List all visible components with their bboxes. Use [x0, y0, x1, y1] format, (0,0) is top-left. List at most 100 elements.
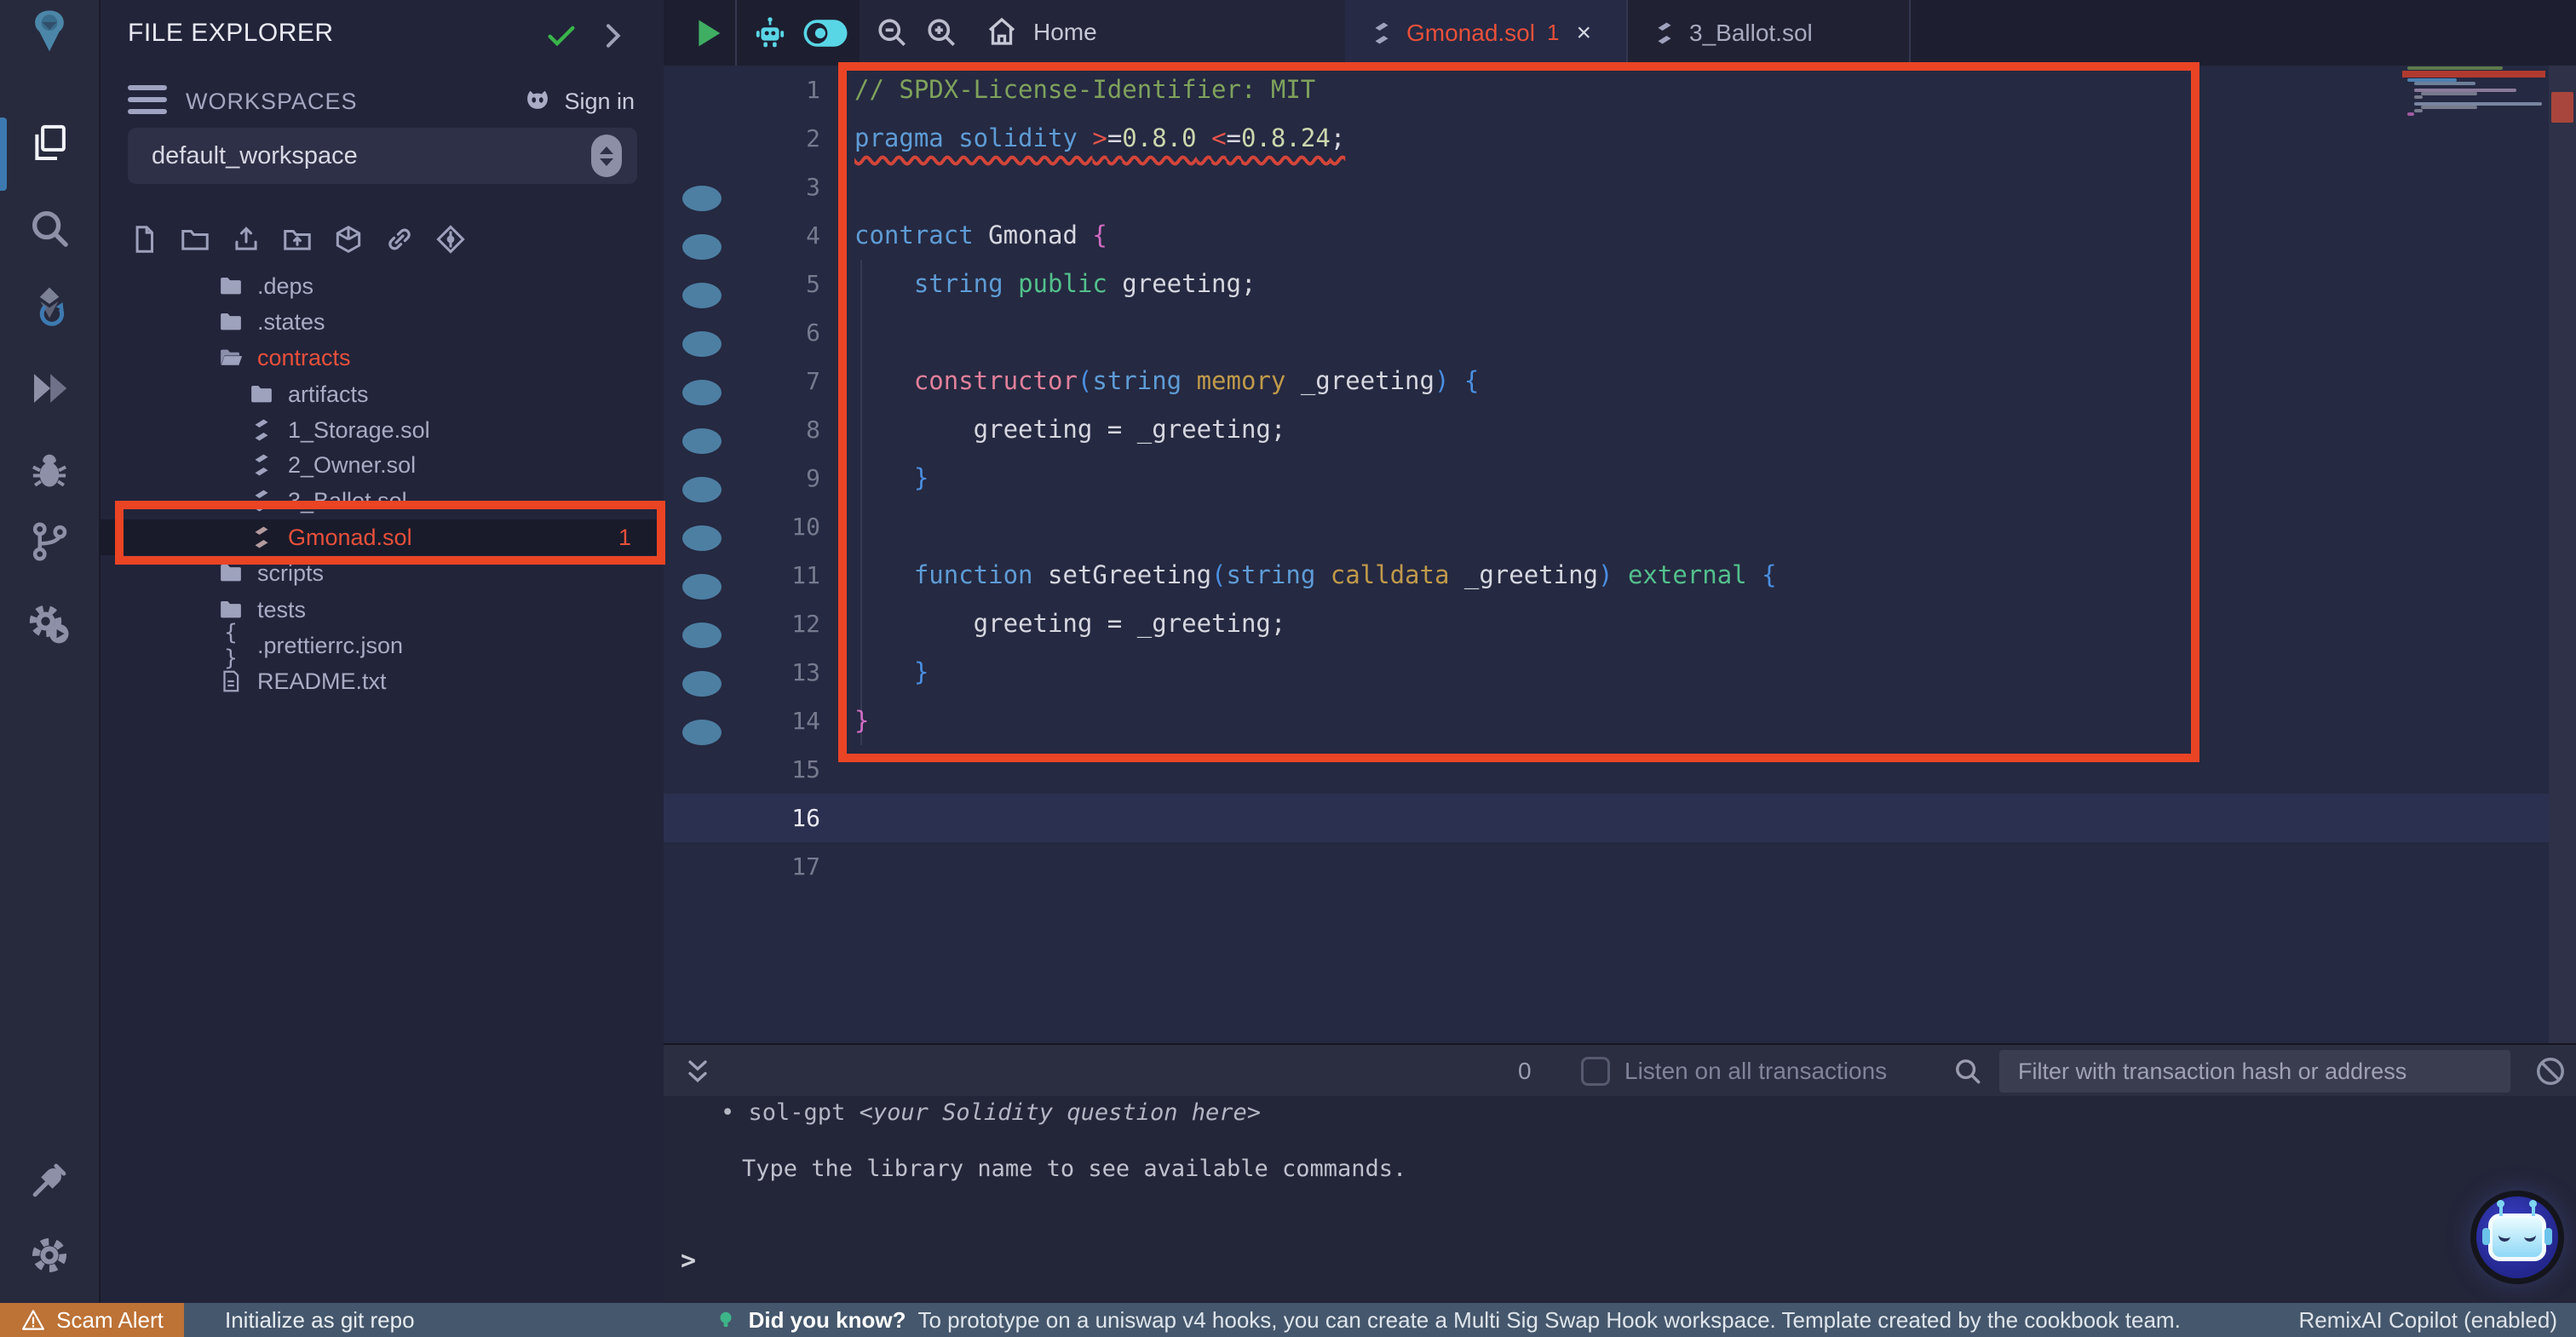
tree-row-prettierrc[interactable]: { } .prettierrc.json [101, 628, 664, 663]
clear-console-ban-icon[interactable] [2534, 1055, 2567, 1087]
workspaces-label: WORKSPACES [186, 89, 358, 115]
plugin-manager-icon[interactable] [24, 1155, 75, 1206]
code-line-1: // SPDX-License-Identifier: MIT [854, 66, 1315, 114]
line-number-current: 16 [664, 794, 839, 842]
tree-row-owner[interactable]: 2_Owner.sol [101, 447, 664, 483]
tree-row-ballot[interactable]: 3_Ballot.sol [101, 483, 664, 519]
tree-row-deps[interactable]: .deps [101, 268, 664, 304]
terminal-search-icon[interactable] [1952, 1055, 1984, 1087]
git-init-button[interactable]: Initialize as git repo [225, 1307, 415, 1334]
scam-alert-button[interactable]: Scam Alert [0, 1303, 184, 1337]
home-zone: Home [860, 0, 1345, 66]
accept-check-icon[interactable] [544, 19, 578, 53]
tree-row-storage[interactable]: 1_Storage.sol [101, 412, 664, 448]
folder-icon [218, 309, 244, 335]
tree-row-artifacts[interactable]: artifacts [101, 376, 664, 412]
tab-ballot[interactable]: 3_Ballot.sol [1628, 0, 1909, 66]
collapse-panel-chevron-icon[interactable] [595, 19, 630, 53]
remixai-robot-icon[interactable] [750, 14, 790, 57]
panel-title: FILE EXPLORER [128, 19, 334, 48]
terminal-toolbar: 0 Listen on all transactions [664, 1043, 2576, 1098]
scripts-runner-icon[interactable] [24, 600, 75, 651]
git-icon[interactable] [24, 516, 75, 567]
line-number: 13 [664, 648, 839, 697]
file-explorer-panel: FILE EXPLORER WORKSPACES Sign in default… [101, 0, 664, 1303]
import-link-icon[interactable] [383, 223, 416, 255]
code-editor[interactable]: 1 2 3 4 5 6 7 8 9 10 11 12 13 14 15 16 1… [664, 66, 2576, 1043]
upload-file-icon[interactable] [230, 223, 262, 255]
listen-label[interactable]: Listen on all transactions [1624, 1045, 1887, 1098]
file-explorer-toolbar [128, 223, 467, 255]
tree-row-contracts[interactable]: contracts [101, 340, 664, 376]
settings-icon[interactable] [24, 1230, 75, 1281]
remix-ide-window: FILE EXPLORER WORKSPACES Sign in default… [0, 0, 2576, 1337]
terminal-log-line: Type the library name to see available c… [742, 1156, 1406, 1182]
copilot-toggle-icon[interactable] [798, 19, 853, 52]
line-number: 9 [664, 454, 839, 502]
line-number: 17 [664, 842, 839, 891]
tree-row-states[interactable]: .states [101, 304, 664, 340]
file-explorer-icon[interactable] [24, 118, 75, 169]
tree-row-scripts[interactable]: scripts [101, 555, 664, 591]
terminal-prompt[interactable]: > [681, 1246, 696, 1276]
run-script-play-button[interactable] [687, 14, 727, 57]
code-line-5: string public greeting; [854, 260, 1256, 308]
editor-scrollbar[interactable] [2549, 66, 2576, 1043]
tree-row-gmonad-selected[interactable]: Gmonad.sol 1 [101, 519, 664, 555]
folder-icon [218, 597, 244, 623]
listen-checkbox[interactable] [1581, 1057, 1610, 1086]
tip-label: Did you know? [749, 1307, 906, 1334]
sign-in-label: Sign in [564, 89, 635, 115]
deploy-run-icon[interactable] [24, 363, 75, 414]
line-number: 5 [664, 260, 839, 308]
line-number: 3 [664, 163, 839, 211]
code-line-2: pragma solidity >=0.8.0 <=0.8.24; [854, 114, 1345, 163]
upload-folder-icon[interactable] [281, 223, 313, 255]
tree-label: README.txt [257, 668, 387, 695]
scam-alert-label: Scam Alert [56, 1307, 164, 1334]
search-icon[interactable] [24, 203, 75, 254]
tree-row-tests[interactable]: tests [101, 592, 664, 628]
line-number: 14 [664, 697, 839, 745]
text-file-icon [218, 668, 244, 694]
remixai-chat-button[interactable] [2476, 1196, 2558, 1278]
did-you-know-tip: Did you know? To prototype on a uniswap … [715, 1307, 2181, 1334]
copilot-status[interactable]: RemixAI Copilot (enabled) [2299, 1307, 2557, 1334]
tab-gmonad[interactable]: Gmonad.sol 1 × [1345, 0, 1626, 66]
tab-close-icon[interactable]: × [1576, 19, 1591, 48]
error-count-badge: 1 [618, 525, 631, 551]
minimap[interactable] [2402, 66, 2549, 474]
debugger-icon[interactable] [24, 446, 75, 497]
tree-row-readme[interactable]: README.txt [101, 663, 664, 699]
remix-logo[interactable] [24, 5, 75, 56]
workspace-menu-icon[interactable] [128, 85, 167, 121]
current-line-highlight [664, 794, 2549, 842]
active-plugin-indicator [0, 118, 7, 191]
divider [1909, 0, 1911, 66]
import-ipfs-cube-icon[interactable] [332, 223, 365, 255]
tree-label: contracts [257, 345, 351, 371]
sign-in-button[interactable]: Sign in [521, 85, 635, 118]
line-number: 2 [664, 114, 839, 163]
tab-label: Gmonad.sol [1406, 20, 1535, 47]
zoom-out-icon[interactable] [873, 14, 911, 51]
line-number: 10 [664, 502, 839, 551]
warning-icon [20, 1307, 46, 1333]
divider [735, 0, 737, 66]
terminal-expand-icon[interactable] [682, 1057, 713, 1087]
tab-label: 3_Ballot.sol [1689, 20, 1813, 47]
workspace-select[interactable]: default_workspace [128, 128, 637, 184]
zoom-in-icon[interactable] [923, 14, 960, 51]
tab-home[interactable]: Home [1033, 19, 1097, 46]
solidity-compiler-icon[interactable] [24, 281, 75, 332]
new-file-icon[interactable] [128, 223, 160, 255]
home-icon[interactable] [984, 14, 1020, 49]
line-number: 15 [664, 745, 839, 794]
transaction-filter-input[interactable] [1999, 1050, 2510, 1093]
new-folder-icon[interactable] [179, 223, 211, 255]
plugin-icon-bar [0, 0, 101, 1337]
clone-git-icon[interactable] [434, 223, 467, 255]
tree-label: Gmonad.sol [288, 525, 412, 551]
github-cat-icon [521, 85, 554, 118]
terminal-log[interactable]: • sol-gpt <your Solidity question here> … [664, 1096, 2576, 1303]
